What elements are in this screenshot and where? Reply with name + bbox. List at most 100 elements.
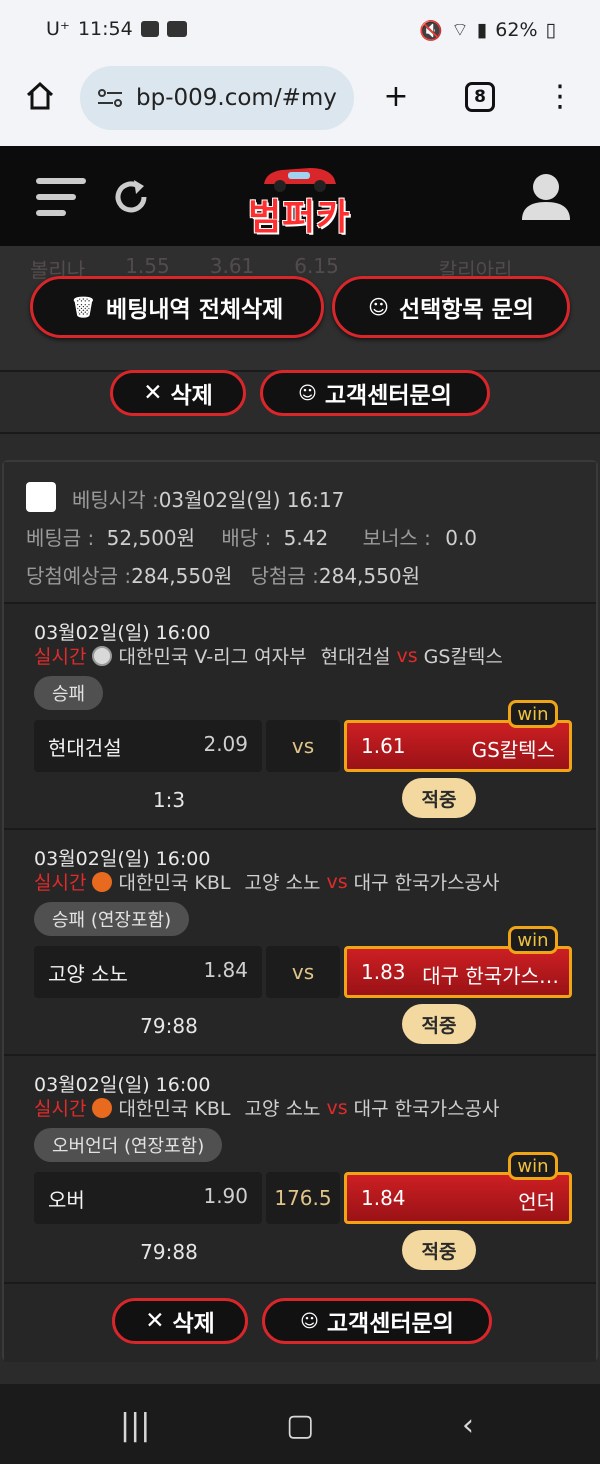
address-bar[interactable]: bp-009.com/#my <box>80 66 354 130</box>
bet-slip-card: 베팅시각 :03월02일(일) 16:17 베팅금 : 52,500원 배당 :… <box>2 460 598 1362</box>
bet-bonus-label: 보너스 : <box>362 526 431 550</box>
system-nav-bar: ||| ▢ ‹ <box>0 1384 600 1464</box>
home-icon[interactable] <box>22 78 58 114</box>
basketball-icon <box>92 1097 113 1118</box>
middle-cell: vs <box>266 720 340 772</box>
away-team: 대구 한국가스공사 <box>353 1098 500 1120</box>
away-team: GS칼텍스 <box>423 646 503 668</box>
selected-pick-odd: 1.83 <box>361 960 406 984</box>
site-header: 범퍼카 <box>0 146 600 246</box>
volleyball-icon <box>92 645 113 666</box>
win-badge: win <box>508 926 558 954</box>
delete-label: 삭제 <box>170 383 213 409</box>
url-text: bp-009.com/#my <box>136 85 337 111</box>
support-agent-icon: ☺ <box>298 382 317 404</box>
gallery-icon <box>140 21 159 37</box>
win-badge: win <box>508 700 558 728</box>
game-time: 03월02일(일) 16:00 <box>34 848 211 870</box>
home-pick-name: 현대건설 <box>48 736 122 760</box>
market-chip: 승패 <box>34 676 104 710</box>
bet-bonus-value: 0.0 <box>445 526 478 550</box>
refresh-icon[interactable] <box>110 176 152 218</box>
bet-amount-line: 베팅금 : 52,500원 배당 : 5.42 보너스 : 0.0 <box>26 522 477 551</box>
home-button-icon[interactable]: ▢ <box>286 1408 314 1443</box>
user-profile-icon[interactable] <box>520 172 572 222</box>
result-badge: 적중 <box>402 778 476 818</box>
site-logo[interactable]: 범퍼카 <box>248 188 350 240</box>
back-icon[interactable]: ‹ <box>462 1408 474 1443</box>
game-info: 실시간 대한민국 KBL 고양 소노 vs 대구 한국가스공사 <box>34 868 500 895</box>
delete-button[interactable]: ✕ 삭제 <box>110 370 246 416</box>
selected-pick-name: 대구 한국가스… <box>422 964 559 988</box>
delete-label: 삭제 <box>172 1311 215 1337</box>
live-badge: 실시간 <box>34 872 87 894</box>
more-menu-icon[interactable]: ⋮ <box>542 78 578 114</box>
middle-cell: 176.5 <box>266 1172 340 1224</box>
status-bar: U⁺ 11:54 🔇 ⌔ ▮ 62% ▯ <box>0 0 600 60</box>
site-settings-icon[interactable] <box>96 88 124 108</box>
inquire-selected-button[interactable]: ☺ 선택항목 문의 <box>332 276 570 338</box>
vs-label: vs <box>396 644 418 667</box>
bet-amount-value: 52,500원 <box>106 526 196 550</box>
carrier-label: U⁺ <box>46 18 70 40</box>
market-chip: 오버언더 (연장포함) <box>34 1128 223 1162</box>
delete-all-label: 베팅내역 전체삭제 <box>106 297 284 323</box>
home-pick-odd: 1.84 <box>203 958 248 982</box>
clock: 11:54 <box>77 18 133 40</box>
support-agent-icon: ☺ <box>300 1310 319 1332</box>
bet-amount-label: 베팅금 : <box>26 526 95 550</box>
vs-label: vs <box>326 870 348 893</box>
battery-icon: ▯ <box>545 19 556 41</box>
hamburger-menu-icon[interactable] <box>36 176 88 220</box>
away-team: 대구 한국가스공사 <box>353 872 500 894</box>
delete-all-bets-button[interactable]: 🗑 베팅내역 전체삭제 <box>30 276 324 338</box>
inquire-selected-label: 선택항목 문의 <box>398 297 534 323</box>
mute-icon: 🔇 <box>419 19 443 42</box>
home-pick-odd: 2.09 <box>203 732 248 756</box>
game-info: 실시간 대한민국 KBL 고양 소노 vs 대구 한국가스공사 <box>34 1094 500 1121</box>
live-badge: 실시간 <box>34 1098 87 1120</box>
home-odds-cell: 오버 1.90 <box>34 1172 262 1224</box>
home-odds-cell: 현대건설 2.09 <box>34 720 262 772</box>
new-tab-icon[interactable]: + <box>378 78 414 114</box>
wifi-icon: ⌔ <box>450 19 469 41</box>
basketball-icon <box>92 871 113 892</box>
final-score: 1:3 <box>152 788 186 812</box>
bet-card-footer: ✕ 삭제 ☺ 고객센터문의 <box>4 1282 596 1362</box>
live-badge: 실시간 <box>34 646 87 668</box>
browser-toolbar: bp-009.com/#my + 8 ⋮ <box>0 60 600 146</box>
support-inquiry-button[interactable]: ☺ 고객센터문의 <box>262 1298 492 1344</box>
bet-time-line: 베팅시각 :03월02일(일) 16:17 <box>72 484 344 513</box>
won-amount-value: 284,550원 <box>318 564 420 588</box>
recent-apps-icon[interactable]: ||| <box>120 1408 150 1443</box>
market-chip: 승패 (연장포함) <box>34 902 190 936</box>
battery-level: 62% <box>495 19 538 41</box>
support-agent-icon: ☺ <box>368 295 389 319</box>
bet-odds-label: 배당 : <box>221 526 272 550</box>
game-info: 실시간 대한민국 V-리그 여자부 현대건설 vs GS칼텍스 <box>34 642 503 669</box>
signal-icon: ▮ <box>476 19 488 41</box>
support-label: 고객센터문의 <box>324 383 452 409</box>
final-score: 79:88 <box>140 1240 198 1264</box>
league-name: 대한민국 KBL <box>118 872 231 894</box>
league-name: 대한민국 V-리그 여자부 <box>118 646 307 668</box>
home-pick-name: 오버 <box>48 1188 85 1212</box>
result-badge: 적중 <box>402 1004 476 1044</box>
win-badge: win <box>508 1152 558 1180</box>
home-pick-odd: 1.90 <box>203 1184 248 1208</box>
delete-bet-button[interactable]: ✕ 삭제 <box>112 1298 248 1344</box>
game-time: 03월02일(일) 16:00 <box>34 1074 211 1096</box>
selected-pick-odd: 1.61 <box>361 734 406 758</box>
expected-payout-label: 당첨예상금 : <box>26 564 132 588</box>
bet-odds-value: 5.42 <box>283 526 329 550</box>
home-team: 현대건설 <box>320 646 391 668</box>
home-team: 고양 소노 <box>244 1098 321 1120</box>
bet-payout-line: 당첨예상금 :284,550원 당첨금 :284,550원 <box>26 560 420 589</box>
bet-select-checkbox[interactable] <box>26 482 56 512</box>
selected-pick-name: 언더 <box>518 1190 555 1214</box>
final-score: 79:88 <box>140 1014 198 1038</box>
middle-cell: vs <box>266 946 340 998</box>
support-button[interactable]: ☺ 고객센터문의 <box>260 370 490 416</box>
close-icon: ✕ <box>145 1308 165 1334</box>
tab-switcher-button[interactable]: 8 <box>465 82 495 112</box>
